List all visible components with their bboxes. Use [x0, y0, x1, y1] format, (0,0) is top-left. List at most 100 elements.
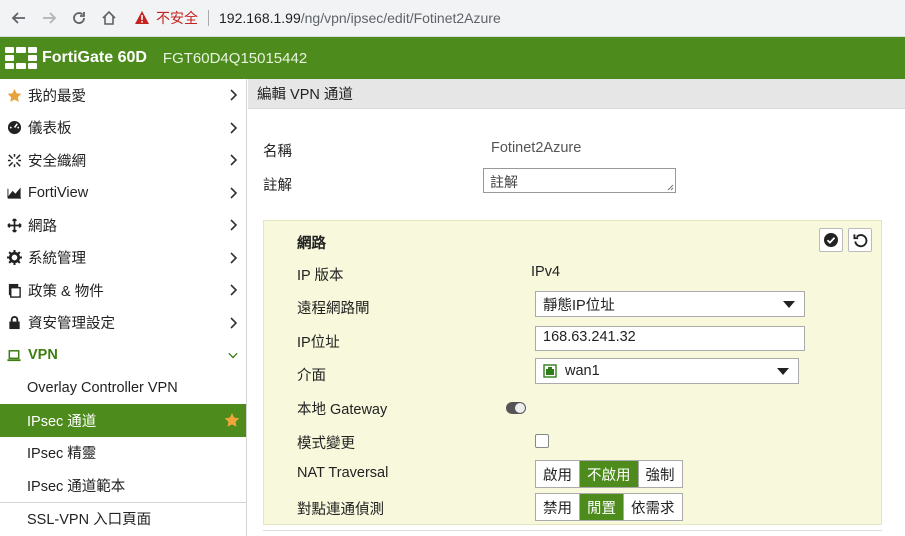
sidebar-item-dashboard[interactable]: 儀表板	[0, 112, 246, 145]
sidebar-subitem-overlay-controller-vpn[interactable]: Overlay Controller VPN	[0, 372, 246, 405]
nat-traversal-disable-option[interactable]: 不啟用	[580, 461, 639, 487]
url-separator	[208, 10, 209, 26]
back-button[interactable]	[8, 7, 30, 29]
product-name: FortiGate 60D	[42, 49, 147, 66]
next-section-edge	[263, 530, 882, 536]
chevron-right-icon	[230, 154, 238, 166]
comment-textarea[interactable]: 註解	[483, 168, 676, 193]
sidebar-subitem-ssl-vpn-portals[interactable]: SSL-VPN 入口頁面	[0, 501, 246, 535]
sidebar-item-vpn[interactable]: VPN	[0, 339, 246, 372]
sidebar-subitem-label: IPsec 精靈	[27, 446, 97, 463]
sidebar-subitem-label: SSL-VPN 入口頁面	[27, 511, 152, 528]
sidebar-item-label: 安全織網	[28, 153, 86, 170]
favorite-star-icon[interactable]	[224, 412, 240, 428]
network-panel: 網路 IP 版本 IPv4 遠程網路閘 靜態IP位址 IP位址 168.63.2…	[263, 220, 882, 525]
device-serial: FGT60D4Q15015442	[162, 49, 308, 67]
dpd-label: 對點連通偵測	[297, 502, 384, 518]
remote-gateway-value: 靜態IP位址	[543, 297, 615, 314]
sidebar-subitem-label: IPsec 通道	[27, 413, 97, 430]
toggle-knob	[515, 403, 525, 413]
page-title-bar: 編輯 VPN 通道	[248, 79, 905, 109]
ip-address-value: 168.63.241.32	[543, 329, 636, 345]
sidebar-item-label: 我的最愛	[28, 88, 86, 105]
interface-select[interactable]: wan1	[535, 358, 799, 384]
remote-gateway-select[interactable]: 靜態IP位址	[535, 291, 805, 317]
local-gateway-toggle[interactable]	[506, 402, 526, 414]
chevron-right-icon	[230, 316, 238, 329]
nat-traversal-forced-option[interactable]: 強制	[639, 461, 682, 487]
sidebar-item-fortiview[interactable]: FortiView	[0, 177, 246, 210]
resize-grip-icon[interactable]	[667, 184, 674, 191]
arrow-right-icon	[43, 12, 57, 24]
interface-value: wan1	[565, 363, 600, 379]
sidebar-subitem-ipsec-tunnels[interactable]: IPsec 通道	[0, 404, 246, 437]
sidebar-item-label: 系統管理	[28, 251, 86, 268]
sidebar-item-network[interactable]: 網路	[0, 209, 246, 242]
chevron-right-icon	[230, 251, 238, 264]
network-icon	[6, 217, 22, 233]
lock-icon	[6, 315, 22, 331]
home-icon	[102, 10, 116, 25]
forward-button[interactable]	[38, 7, 60, 29]
gear-icon	[6, 250, 22, 266]
dpd-disable-option[interactable]: 禁用	[536, 494, 580, 520]
sidebar-item-favorites[interactable]: 我的最愛	[0, 79, 246, 112]
fabric-icon	[6, 152, 22, 168]
local-gateway-label: 本地 Gateway	[297, 402, 388, 418]
ip-version-label: IP 版本	[297, 268, 344, 284]
ip-address-label: IP位址	[297, 335, 340, 351]
sidebar-subitem-ipsec-templates[interactable]: IPsec 通道範本	[0, 469, 246, 502]
security-status[interactable]: 不安全	[156, 8, 198, 28]
ip-version-value: IPv4	[531, 264, 561, 280]
sidebar-subitem-label: Overlay Controller VPN	[27, 379, 178, 396]
nat-traversal-label: NAT Traversal	[297, 465, 389, 481]
network-panel-title: 網路	[297, 236, 326, 252]
apply-button[interactable]	[819, 228, 843, 252]
warning-icon	[135, 11, 149, 24]
star-icon	[6, 87, 22, 103]
chevron-right-icon	[230, 186, 238, 199]
comment-placeholder: 註解	[490, 174, 518, 190]
chart-icon	[6, 185, 22, 201]
remote-gateway-label: 遠程網路閘	[297, 301, 370, 317]
sidebar-item-security-fabric[interactable]: 安全織網	[0, 144, 246, 177]
url-host: 192.168.1.99	[219, 10, 301, 26]
sidebar-item-label: 政策 & 物件	[28, 283, 104, 300]
nat-traversal-enable-option[interactable]: 啟用	[536, 461, 580, 487]
mode-config-label: 模式變更	[297, 436, 355, 452]
address-bar[interactable]: 不安全 192.168.1.99/ng/vpn/ipsec/edit/Fotin…	[134, 0, 501, 37]
caret-down-icon	[777, 368, 789, 375]
sidebar-item-policy-objects[interactable]: 政策 & 物件	[0, 274, 246, 307]
mode-config-checkbox[interactable]	[535, 434, 549, 448]
chevron-right-icon	[230, 121, 238, 134]
chevron-right-icon	[230, 219, 238, 231]
dashboard-icon	[6, 120, 22, 136]
chevron-right-icon	[230, 284, 238, 296]
sidebar-item-label: VPN	[28, 347, 58, 364]
sidebar-subitem-label: IPsec 通道範本	[27, 478, 126, 495]
page-title: 編輯 VPN 通道	[257, 87, 353, 103]
reload-icon	[73, 12, 85, 24]
sidebar-item-system[interactable]: 系統管理	[0, 242, 246, 275]
revert-button[interactable]	[848, 228, 872, 252]
ip-address-input[interactable]: 168.63.241.32	[535, 326, 805, 351]
dpd-on-demand-option[interactable]: 依需求	[624, 494, 682, 520]
port-icon	[543, 364, 557, 378]
caret-down-icon	[783, 301, 795, 308]
interface-label: 介面	[297, 368, 326, 384]
policy-icon	[6, 282, 22, 298]
nat-traversal-segmented: 啟用 不啟用 強制	[535, 460, 683, 488]
name-label: 名稱	[263, 144, 292, 160]
reload-button[interactable]	[68, 7, 90, 29]
dpd-segmented: 禁用 閒置 依需求	[535, 493, 683, 521]
main-content: 編輯 VPN 通道 名稱 Fotinet2Azure 註解 註解 網路 IP 版…	[248, 79, 905, 536]
dpd-idle-option[interactable]: 閒置	[580, 494, 624, 520]
home-button[interactable]	[98, 7, 120, 29]
browser-toolbar: 不安全 192.168.1.99/ng/vpn/ipsec/edit/Fotin…	[0, 0, 905, 37]
chevron-right-icon	[230, 89, 238, 101]
arrow-left-icon	[11, 12, 25, 24]
sidebar: 我的最愛 儀表板 安全織網 FortiView 網路 系統管理 政策 & 物件 …	[0, 79, 247, 536]
sidebar-item-security-profiles[interactable]: 資安管理設定	[0, 307, 246, 340]
sidebar-item-label: 網路	[28, 218, 57, 235]
sidebar-subitem-ipsec-wizard[interactable]: IPsec 精靈	[0, 437, 246, 470]
